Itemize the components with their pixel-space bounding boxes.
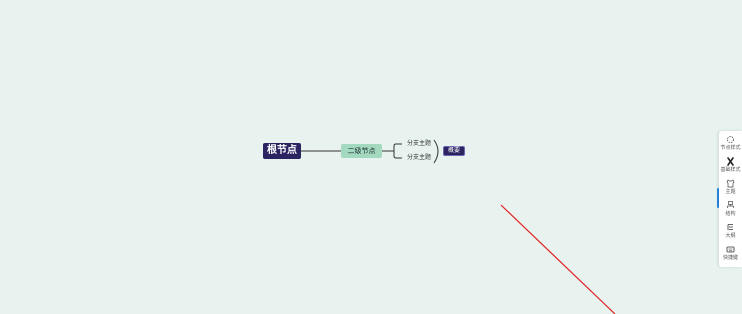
summary-node[interactable]: 概要 [443,146,465,156]
sidebar-item-shortcut[interactable]: 快捷键 [719,244,742,266]
keyboard-icon [726,246,735,253]
outline-icon [727,224,733,230]
sidebar-item-label: 结构 [725,211,736,217]
branch-topic-node[interactable]: 分支主题 [407,154,431,162]
sidebar-item-node-style[interactable]: 节点样式 [719,134,742,156]
root-node[interactable]: 根节点 [263,143,301,159]
theme-shirt-icon [726,179,735,188]
sidebar-item-theme[interactable]: 主题 [719,178,742,200]
sidebar-item-base-style[interactable]: 基础样式 [719,156,742,178]
sidebar-item-structure[interactable]: 结构 [719,200,742,222]
structure-icon [727,201,734,208]
annotation-arrow-line [500,204,616,314]
node-style-icon [727,136,734,143]
sidebar-item-label: 主题 [725,189,736,195]
summary-brace [433,139,439,164]
base-style-icon [727,157,734,166]
sidebar-item-label: 基础样式 [720,167,741,173]
sidebar-item-label: 快捷键 [722,255,738,261]
connector-second-branches [382,143,402,159]
sidebar-item-label: 节点样式 [720,145,741,151]
right-sidebar: 节点样式 基础样式 主题 结构 大纲 快捷键 [719,131,742,267]
sidebar-item-label: 大纲 [725,233,736,239]
sidebar-item-outline[interactable]: 大纲 [719,222,742,244]
second-level-node[interactable]: 二级节点 [341,144,382,158]
branch-topic-node[interactable]: 分支主题 [407,140,431,148]
